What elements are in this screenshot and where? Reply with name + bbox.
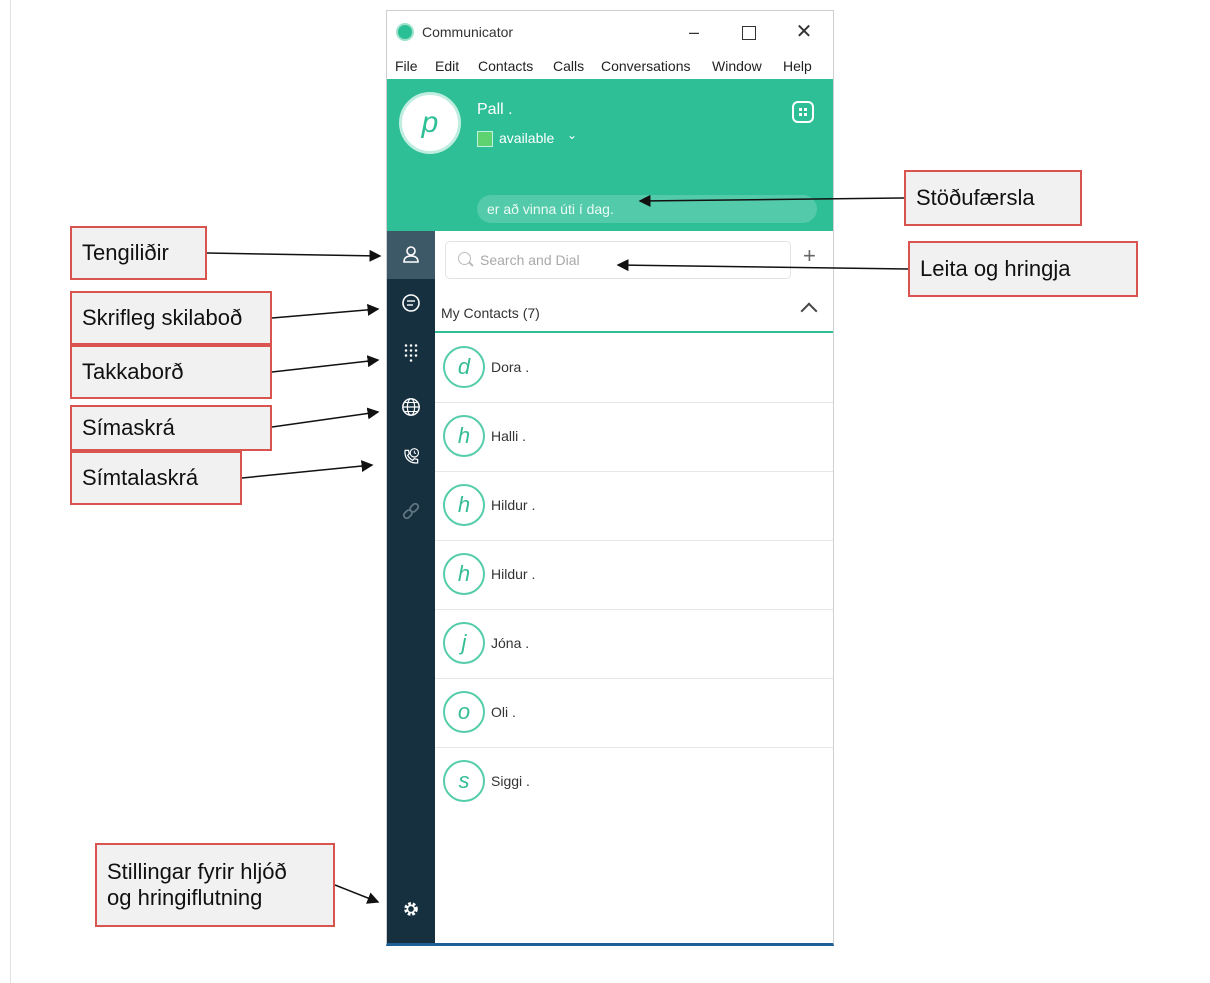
arrow-messages bbox=[271, 303, 380, 319]
arrow-settings bbox=[334, 884, 380, 904]
arrow-search-and-dial bbox=[616, 259, 909, 272]
arrow-directory bbox=[271, 407, 380, 428]
arrow-status-post bbox=[638, 194, 905, 207]
arrow-contacts bbox=[206, 249, 382, 262]
arrow-call-log bbox=[241, 460, 374, 479]
arrow-keypad bbox=[271, 355, 380, 373]
annotation-arrows bbox=[206, 194, 909, 904]
